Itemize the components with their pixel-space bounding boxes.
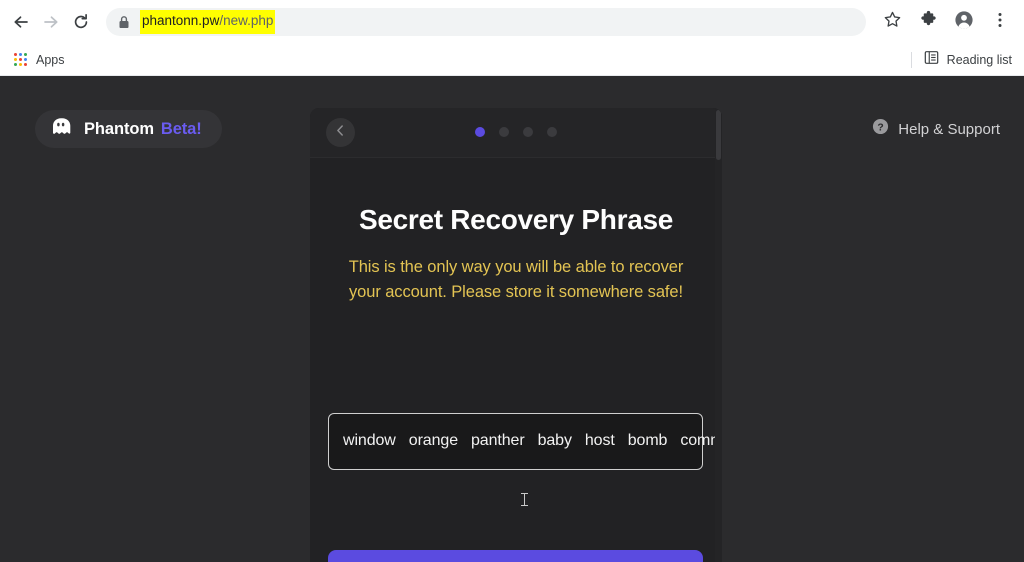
seed-word: host [584,432,615,449]
puzzle-piece-icon [919,10,938,34]
apps-grid-icon [14,53,27,66]
url-path: /new.php [219,13,274,28]
seed-word: panther [471,432,525,449]
seed-word: window [343,432,396,449]
address-bar[interactable]: phantonn.pw/new.php [106,8,866,36]
reload-icon [71,12,91,32]
browser-menu-button[interactable] [985,7,1015,37]
bookmarks-bar: Apps Reading list [0,44,1024,76]
page-title: Secret Recovery Phrase [358,204,674,235]
three-dot-menu-icon [991,11,1009,34]
extensions-button[interactable] [913,7,943,37]
help-and-support-link[interactable]: ? Help & Support [872,118,1000,140]
seed-phrase-words: windoworangepantherbabyhostbombcommonfro… [343,430,722,451]
modal-header [310,108,722,158]
bookmark-button[interactable] [877,7,907,37]
browser-chrome: phantonn.pw/new.php Apps Reading list [0,0,1024,76]
bookmark-label-apps: Apps [36,52,65,67]
seed-word: baby [537,432,572,449]
svg-text:?: ? [878,122,884,133]
url-host: phantonn.pw [142,13,220,28]
lock-icon [118,15,130,29]
reading-list-button[interactable]: Reading list [910,50,1024,70]
browser-back-button[interactable] [6,7,36,37]
step-dot-2 [499,127,509,137]
page-content: Phantom Beta! ? Help & Support Secret Re… [0,76,1024,562]
browser-forward-button[interactable] [36,7,66,37]
profile-button[interactable] [949,7,979,37]
warning-subtitle: This is the only way you will be able to… [348,258,684,301]
reading-list-label: Reading list [946,52,1012,67]
seed-word: bomb [627,432,668,449]
browser-toolbar: phantonn.pw/new.php [0,0,1024,44]
browser-reload-button[interactable] [66,7,96,37]
seed-word: orange [408,432,458,449]
address-bar-text: phantonn.pw/new.php [140,10,276,34]
star-icon [883,10,902,34]
modal-body: Secret Recovery Phrase This is the only … [310,158,722,562]
seed-phrase-box[interactable]: windoworangepantherbabyhostbombcommonfro… [328,413,722,506]
toolbar-actions [874,7,1024,37]
phantom-brand-badge[interactable]: Phantom Beta! [35,110,222,148]
brand-beta-label: Beta! [160,119,202,138]
step-indicator [310,127,722,137]
account-avatar-icon [954,10,974,35]
brand-name: Phantom [84,119,154,138]
step-dot-4 [547,127,557,137]
phantom-ghost-icon [49,115,73,144]
toolbar-divider [910,51,912,68]
question-mark-circle-icon: ? [872,118,889,140]
arrow-left-icon [11,12,31,32]
reading-list-icon [924,50,939,70]
text-cursor-icon [521,493,528,506]
arrow-right-icon [41,12,61,32]
step-dot-1 [475,127,485,137]
bookmark-item-apps[interactable]: Apps [8,50,71,70]
modal-scrollbar-thumb[interactable] [716,110,721,160]
help-and-support-label: Help & Support [898,120,1000,138]
confirm-saved-button[interactable]: OK, I saved it somewhere [328,550,703,562]
modal-scrollbar[interactable] [715,108,722,562]
onboarding-modal: Secret Recovery Phrase This is the only … [310,108,722,562]
step-dot-3 [523,127,533,137]
